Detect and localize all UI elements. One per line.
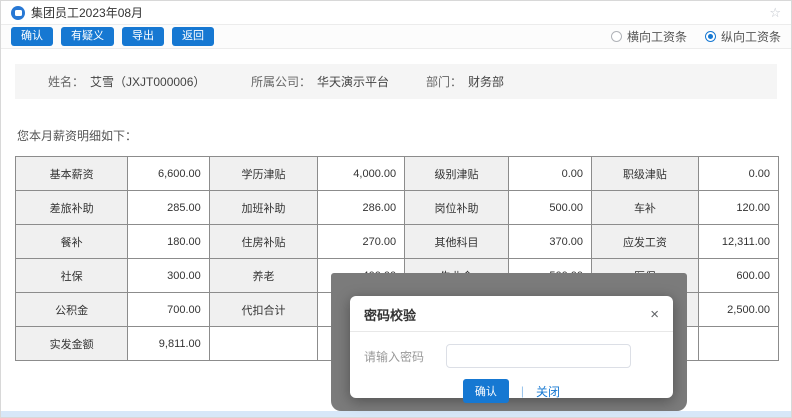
cell-label: 社保 xyxy=(16,259,128,293)
cell-label: 车补 xyxy=(592,191,699,225)
radio-label: 纵向工资条 xyxy=(721,28,781,45)
dispute-button[interactable]: 有疑义 xyxy=(61,27,114,46)
password-field-label: 请输入密码 xyxy=(364,348,446,365)
footer-separator: | xyxy=(521,384,524,398)
cell-label: 住房补贴 xyxy=(209,225,317,259)
cell-value: 600.00 xyxy=(698,259,778,293)
cell-label: 基本薪资 xyxy=(16,157,128,191)
table-row: 基本薪资 6,600.00 学历津贴 4,000.00 级别津贴 0.00 职级… xyxy=(16,157,779,191)
dialog-header: 密码校验 × xyxy=(350,296,673,332)
cell-empty xyxy=(698,327,778,361)
radio-checked-icon xyxy=(705,31,716,42)
employee-info-bar: 姓名： 艾雪（JXJT000006） 所属公司： 华天演示平台 部门： 财务部 xyxy=(15,64,777,99)
cell-label: 差旅补助 xyxy=(16,191,128,225)
dialog-title: 密码校验 xyxy=(364,305,416,324)
dialog-close-link[interactable]: 关闭 xyxy=(536,383,560,400)
cell-value: 300.00 xyxy=(128,259,210,293)
cell-value: 285.00 xyxy=(128,191,210,225)
cell-label: 代扣合计 xyxy=(209,293,317,327)
cell-label: 其他科目 xyxy=(405,225,509,259)
cell-label: 职级津贴 xyxy=(592,157,699,191)
title-bar: 集团员工2023年08月 ☆ xyxy=(1,1,791,25)
intro-text: 您本月薪资明细如下： xyxy=(17,127,775,144)
page-title: 集团员工2023年08月 xyxy=(31,4,143,21)
radio-label: 横向工资条 xyxy=(627,28,687,45)
bottom-scrollbar-strip[interactable] xyxy=(1,411,791,417)
cell-label: 公积金 xyxy=(16,293,128,327)
cell-label: 养老 xyxy=(209,259,317,293)
cell-value: 120.00 xyxy=(698,191,778,225)
cell-value: 500.00 xyxy=(508,191,591,225)
close-icon[interactable]: × xyxy=(650,307,659,322)
company-label: 所属公司： xyxy=(251,73,311,90)
cell-label: 学历津贴 xyxy=(209,157,317,191)
employee-department: 部门： 财务部 xyxy=(426,73,504,90)
dept-label: 部门： xyxy=(426,73,462,90)
cell-value: 4,000.00 xyxy=(318,157,405,191)
confirm-button[interactable]: 确认 xyxy=(11,27,53,46)
cell-value: 370.00 xyxy=(508,225,591,259)
cell-label: 餐补 xyxy=(16,225,128,259)
payslip-window: 集团员工2023年08月 ☆ 确认 有疑义 导出 返回 横向工资条 纵向工资条 … xyxy=(0,0,792,418)
cell-label: 岗位补助 xyxy=(405,191,509,225)
cell-empty xyxy=(209,327,317,361)
cell-label: 加班补助 xyxy=(209,191,317,225)
dept-value: 财务部 xyxy=(468,73,504,90)
cell-value: 2,500.00 xyxy=(698,293,778,327)
table-row: 差旅补助 285.00 加班补助 286.00 岗位补助 500.00 车补 1… xyxy=(16,191,779,225)
cell-value: 6,600.00 xyxy=(128,157,210,191)
back-button[interactable]: 返回 xyxy=(172,27,214,46)
employee-name: 姓名： 艾雪（JXJT000006） xyxy=(48,73,251,90)
cell-value: 0.00 xyxy=(508,157,591,191)
cell-value: 286.00 xyxy=(318,191,405,225)
cell-value: 12,311.00 xyxy=(698,225,778,259)
dialog-confirm-button[interactable]: 确认 xyxy=(463,379,509,403)
radio-vertical-payslip[interactable]: 纵向工资条 xyxy=(705,28,781,45)
cell-value: 9,811.00 xyxy=(128,327,210,361)
dialog-footer: 确认 | 关闭 xyxy=(350,379,673,403)
export-button[interactable]: 导出 xyxy=(122,27,164,46)
cell-value: 0.00 xyxy=(698,157,778,191)
table-row: 餐补 180.00 住房补贴 270.00 其他科目 370.00 应发工资 1… xyxy=(16,225,779,259)
dialog-body: 请输入密码 xyxy=(350,332,673,368)
app-icon xyxy=(11,6,25,20)
toolbar: 确认 有疑义 导出 返回 横向工资条 纵向工资条 xyxy=(1,25,791,49)
favorite-star-icon[interactable]: ☆ xyxy=(769,5,781,21)
employee-company: 所属公司： 华天演示平台 xyxy=(251,73,426,90)
cell-value: 700.00 xyxy=(128,293,210,327)
cell-label: 级别津贴 xyxy=(405,157,509,191)
cell-value: 270.00 xyxy=(318,225,405,259)
radio-horizontal-payslip[interactable]: 横向工资条 xyxy=(611,28,687,45)
name-value: 艾雪（JXJT000006） xyxy=(90,73,205,90)
layout-radio-group: 横向工资条 纵向工资条 xyxy=(593,28,781,45)
company-value: 华天演示平台 xyxy=(317,73,389,90)
password-dialog: 密码校验 × 请输入密码 确认 | 关闭 xyxy=(350,296,673,398)
password-input[interactable] xyxy=(446,344,631,368)
cell-value: 180.00 xyxy=(128,225,210,259)
cell-label: 应发工资 xyxy=(592,225,699,259)
cell-label: 实发金额 xyxy=(16,327,128,361)
radio-unchecked-icon xyxy=(611,31,622,42)
name-label: 姓名： xyxy=(48,73,84,90)
